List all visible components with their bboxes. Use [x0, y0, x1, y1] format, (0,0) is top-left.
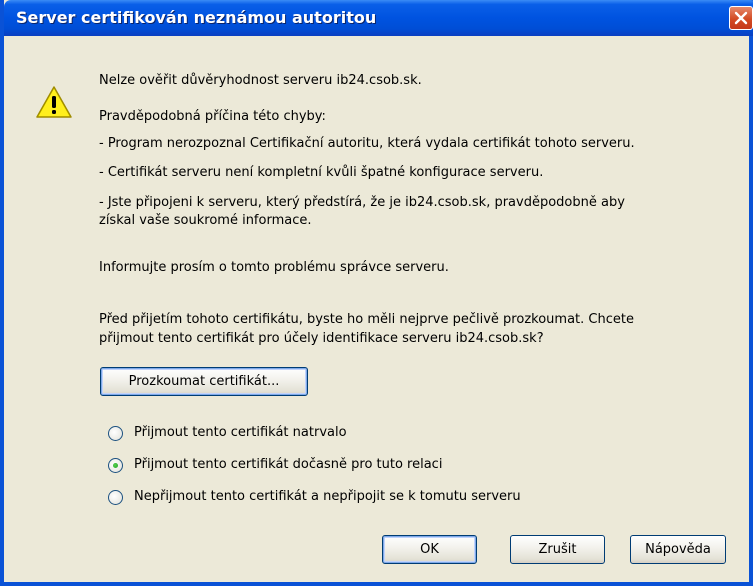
inform-text: Informujte prosím o tomto problému správ… — [99, 260, 449, 275]
reason-2: - Certifikát serveru není kompletní kvůl… — [99, 165, 544, 180]
radio-accept-session[interactable] — [108, 458, 123, 473]
message-cause-heading: Pravděpodobná příčina této chyby: — [99, 109, 326, 124]
title-bar[interactable]: Server certifikován neznámou autoritou — [4, 0, 753, 36]
reason-1: - Program nerozpoznal Certifikační autor… — [99, 136, 635, 151]
ok-button[interactable]: OK — [382, 535, 477, 564]
radio-selected-dot — [113, 463, 118, 468]
reason-3-line2: získal vaše soukromé informace. — [99, 213, 312, 228]
option-label: Přijmout tento certifikát natrvalo — [134, 425, 347, 440]
close-icon — [734, 11, 748, 25]
certificate-dialog: Server certifikován neznámou autoritou N… — [0, 0, 753, 586]
option-label: Nepřijmout tento certifikát a nepřipojit… — [134, 489, 521, 504]
message-line1: Nelze ověřit důvěryhodnost serveru ib24.… — [99, 73, 422, 88]
radio-reject[interactable] — [108, 490, 123, 505]
before-accept-line1: Před přijetím tohoto certifikátu, byste … — [99, 312, 634, 327]
examine-certificate-button[interactable]: Prozkoumat certifikát... — [100, 367, 308, 396]
help-button[interactable]: Nápověda — [630, 535, 726, 564]
warning-icon — [36, 86, 72, 118]
option-label: Přijmout tento certifikát dočasně pro tu… — [134, 457, 443, 472]
cancel-button[interactable]: Zrušit — [510, 535, 605, 564]
radio-accept-permanently[interactable] — [108, 426, 123, 441]
window-title: Server certifikován neznámou autoritou — [16, 8, 377, 27]
reason-3-line1: - Jste připojeni k serveru, který předst… — [99, 195, 625, 210]
close-button[interactable] — [729, 6, 753, 30]
before-accept-line2: přijmout tento certifikát pro účely iden… — [99, 331, 544, 346]
